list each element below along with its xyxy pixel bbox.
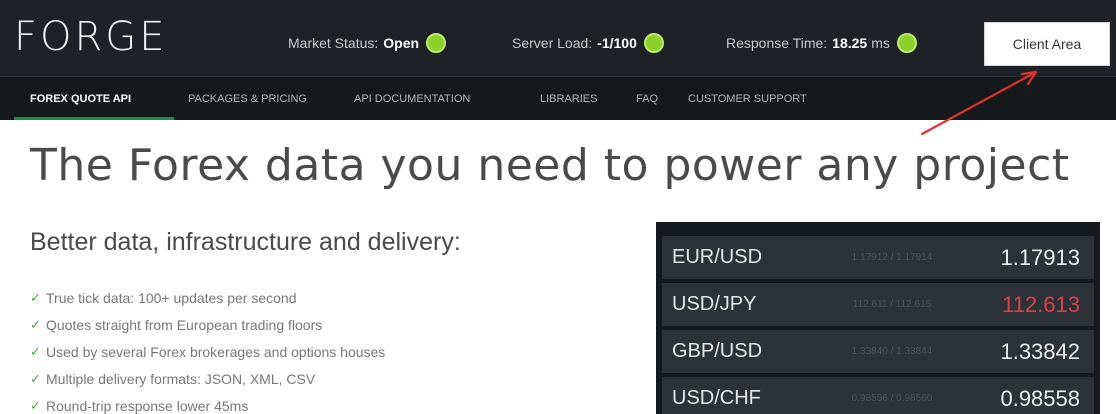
nav-item-customer-support[interactable]: CUSTOMER SUPPORT <box>688 77 807 121</box>
nav-item-api-documentation[interactable]: API DOCUMENTATION <box>354 77 470 121</box>
feature-item: ✓ Multiple delivery formats: JSON, XML, C… <box>30 365 385 392</box>
active-nav-indicator <box>14 117 174 120</box>
server-load-value: -1/100 <box>597 35 637 51</box>
quote-pair: GBP/USD <box>672 340 763 362</box>
quote-bid-ask: 112.611 / 112.615 <box>852 299 932 310</box>
quote-bid-ask: 0.98556 / 0.98560 <box>851 393 933 404</box>
quote-pair: EUR/USD <box>672 246 763 268</box>
market-status-value: Open <box>383 35 420 51</box>
nav-item-packages-pricing[interactable]: PACKAGES & PRICING <box>188 77 307 121</box>
quote-price: 1.33842 <box>1000 338 1080 364</box>
market-status-indicator-icon <box>426 33 447 53</box>
checkmark-icon: ✓ <box>30 370 41 386</box>
response-time-unit: ms <box>871 35 890 51</box>
top-header: FORGE Market Status: Open Server Load: -… <box>0 0 1116 76</box>
market-status-label: Market Status: <box>288 35 379 51</box>
quote-pair: USD/JPY <box>672 293 757 315</box>
page-headline: The Forex data you need to power any pro… <box>30 140 1070 191</box>
quote-price: 0.98558 <box>1000 385 1080 411</box>
feature-list: ✓ True tick data: 100+ updates per second… <box>30 284 385 414</box>
feature-text: Multiple delivery formats: JSON, XML, CS… <box>46 370 316 387</box>
client-area-button[interactable]: Client Area <box>984 22 1110 66</box>
feature-text: Quotes straight from European trading fl… <box>46 316 323 333</box>
feature-text: True tick data: 100+ updates per second <box>46 289 297 306</box>
quote-row-usd-jpy: USD/JPY 112.611 / 112.615 112.613 <box>662 283 1094 326</box>
quote-row-eur-usd: EUR/USD 1.17912 / 1.17914 1.17913 <box>662 236 1094 279</box>
quote-price: 1.17913 <box>1000 244 1080 270</box>
features-subheading: Better data, infrastructure and delivery… <box>30 228 461 256</box>
main-nav: FOREX QUOTE API PACKAGES & PRICING API D… <box>0 76 1116 120</box>
feature-text: Used by several Forex brokerages and opt… <box>46 343 386 360</box>
feature-item: ✓ Used by several Forex brokerages and op… <box>30 338 385 365</box>
nav-item-faq[interactable]: FAQ <box>636 77 658 121</box>
market-status: Market Status: Open <box>288 31 447 55</box>
feature-item: ✓ Quotes straight from European trading f… <box>30 311 385 338</box>
response-time-value: 18.25 <box>832 35 868 51</box>
checkmark-icon: ✓ <box>30 397 41 413</box>
nav-item-libraries[interactable]: LIBRARIES <box>540 77 597 121</box>
response-time: Response Time: 18.25 ms <box>726 31 917 55</box>
response-time-indicator-icon <box>896 33 917 53</box>
feature-item: ✓ True tick data: 100+ updates per second <box>30 284 385 311</box>
server-load: Server Load: -1/100 <box>512 31 664 55</box>
nav-item-forex-quote-api[interactable]: FOREX QUOTE API <box>30 77 131 121</box>
server-load-indicator-icon <box>643 33 664 53</box>
quote-bid-ask: 1.17912 / 1.17914 <box>851 252 933 263</box>
live-quotes-board: EUR/USD 1.17912 / 1.17914 1.17913 USD/JP… <box>656 222 1100 414</box>
response-time-label: Response Time: <box>726 35 828 51</box>
checkmark-icon: ✓ <box>30 316 41 332</box>
quote-pair: USD/CHF <box>672 387 761 409</box>
server-load-label: Server Load: <box>512 35 593 51</box>
quote-bid-ask: 1.33840 / 1.33844 <box>851 346 933 357</box>
forge-logo[interactable]: FORGE <box>14 14 168 60</box>
quote-row-usd-chf: USD/CHF 0.98556 / 0.98560 0.98558 <box>662 377 1094 414</box>
feature-item: ✓ Round-trip response lower 45ms <box>30 392 385 414</box>
feature-text: Round-trip response lower 45ms <box>46 397 249 414</box>
quote-price: 112.613 <box>1002 291 1080 317</box>
quote-row-gbp-usd: GBP/USD 1.33840 / 1.33844 1.33842 <box>662 330 1094 373</box>
checkmark-icon: ✓ <box>30 343 41 359</box>
checkmark-icon: ✓ <box>30 289 41 305</box>
